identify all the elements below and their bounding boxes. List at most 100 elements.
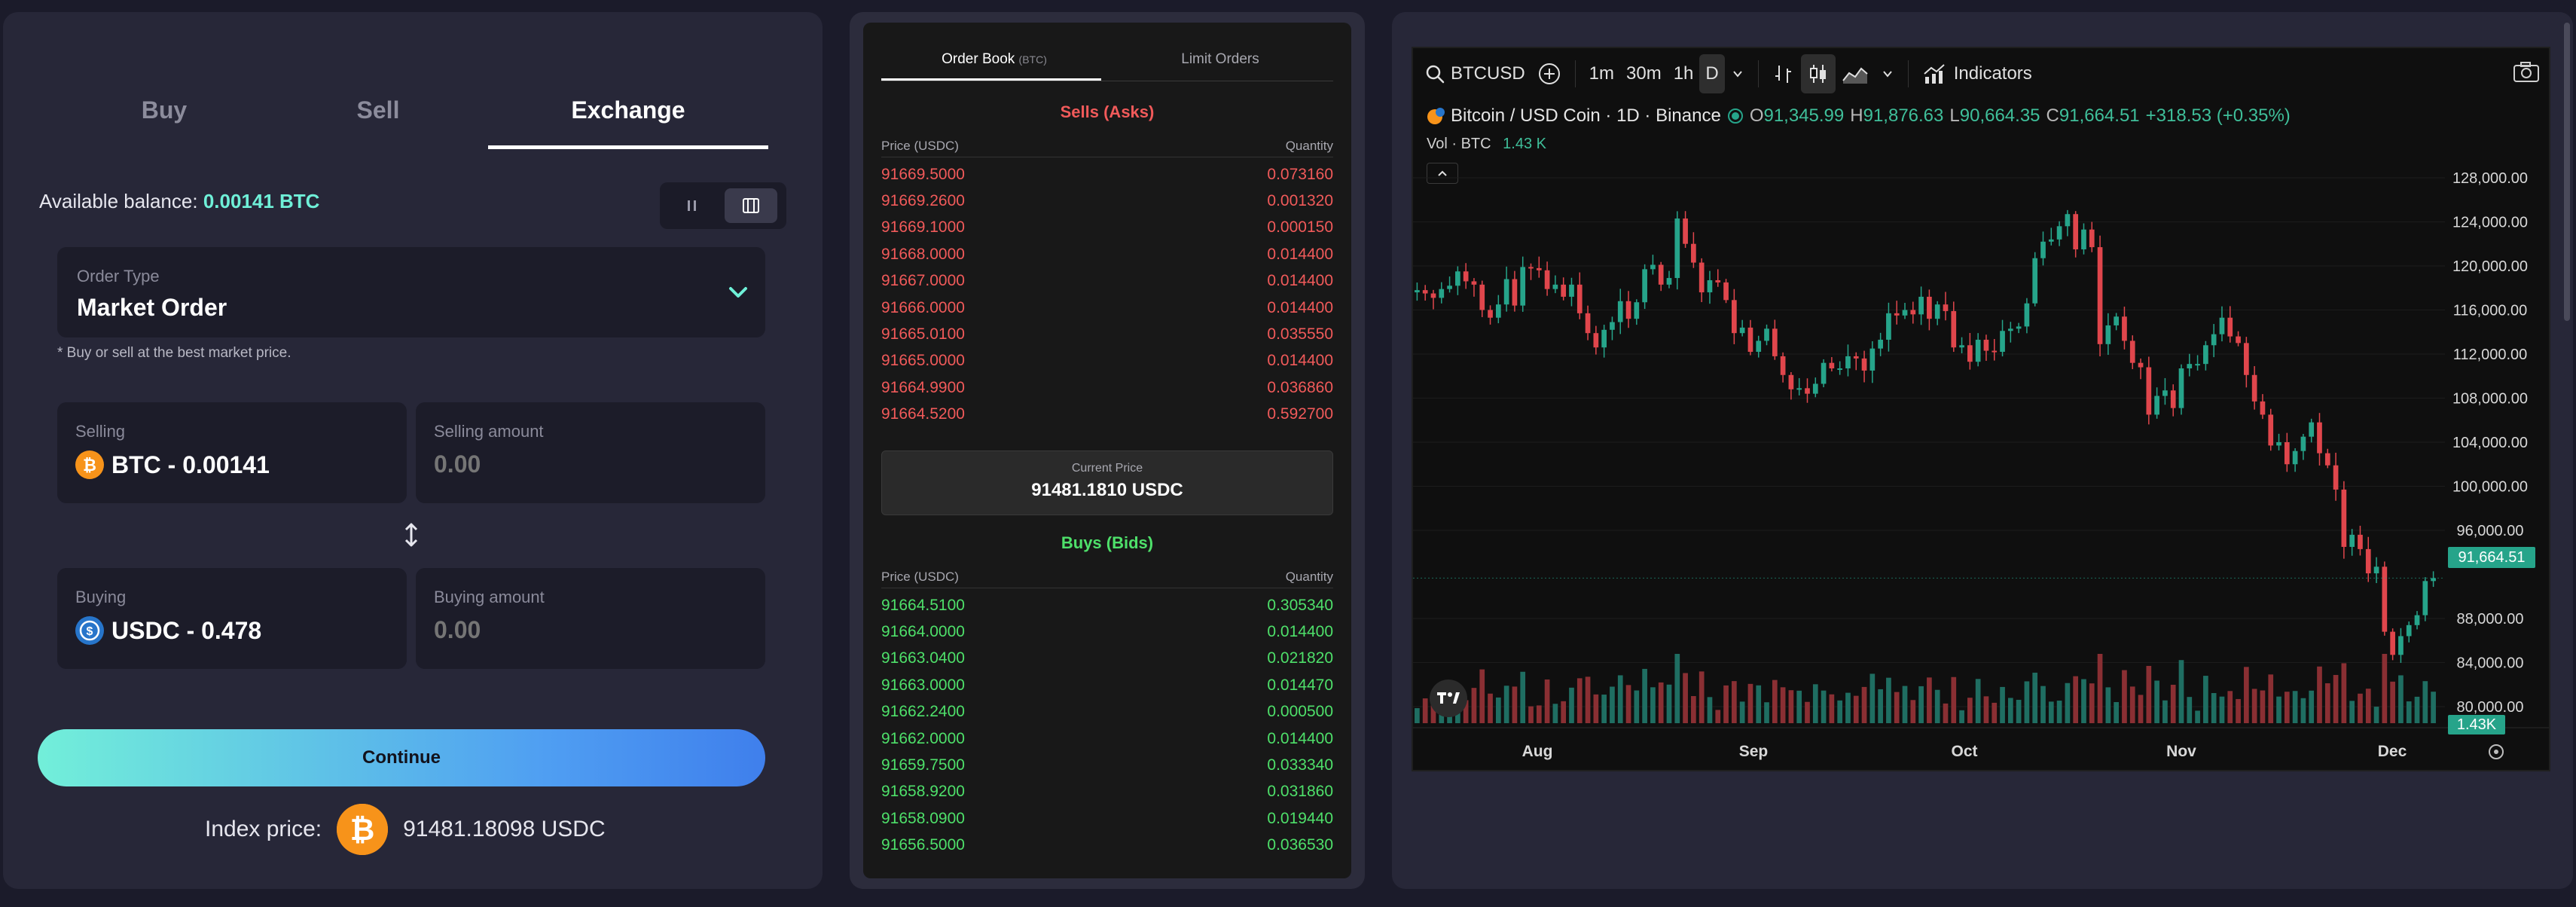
- bid-row[interactable]: 91664.0000 0.014400: [881, 618, 1333, 645]
- index-price-value: 91481.18098 USDC: [403, 817, 606, 841]
- buying-asset-select[interactable]: Buying $ USDC - 0.478: [57, 568, 407, 669]
- candle-body: [2333, 465, 2339, 490]
- bid-row[interactable]: 91662.2400 0.000500: [881, 699, 1333, 725]
- bid-row[interactable]: 91663.0000 0.014470: [881, 672, 1333, 698]
- swap-icon[interactable]: [399, 521, 423, 548]
- split-view-button[interactable]: [725, 188, 777, 223]
- bid-price: 91659.7500: [881, 756, 965, 774]
- continue-button[interactable]: Continue: [38, 729, 765, 786]
- volume-bar: [1617, 675, 1623, 723]
- candle-body: [2358, 534, 2363, 549]
- ask-price: 91669.2600: [881, 192, 965, 210]
- ask-row[interactable]: 91666.0000 0.014400: [881, 295, 1333, 321]
- candle-body: [2260, 401, 2266, 415]
- candle-body: [1634, 302, 1640, 319]
- bid-row[interactable]: 91662.0000 0.014400: [881, 725, 1333, 752]
- ask-row[interactable]: 91665.0000 0.014400: [881, 348, 1333, 374]
- selling-amount-input[interactable]: [434, 450, 720, 478]
- volume-bar: [2284, 692, 2290, 723]
- tab-exchange[interactable]: Exchange: [488, 80, 768, 149]
- bid-row[interactable]: 91663.0400 0.021820: [881, 646, 1333, 672]
- candle-body: [1447, 286, 1452, 289]
- candle-body: [1837, 368, 1843, 370]
- candle-body: [2284, 442, 2290, 465]
- bid-quantity: 0.019440: [1267, 809, 1333, 827]
- ask-price: 91664.9900: [881, 378, 965, 396]
- candle-body: [1747, 327, 1753, 353]
- tab-order-book[interactable]: Order Book (BTC): [881, 51, 1107, 68]
- candle-body: [1617, 301, 1623, 322]
- ask-row[interactable]: 91664.9900 0.036860: [881, 374, 1333, 401]
- compact-view-button[interactable]: [666, 188, 719, 223]
- bid-row[interactable]: 91659.7500 0.033340: [881, 752, 1333, 778]
- volume-bar: [1585, 676, 1591, 723]
- volume-bar: [2122, 670, 2127, 723]
- ask-row[interactable]: 91667.0000 0.014400: [881, 268, 1333, 295]
- ask-row[interactable]: 91668.0000 0.014400: [881, 241, 1333, 267]
- candle-body: [2236, 336, 2241, 344]
- volume-bar: [2358, 693, 2363, 723]
- volume-bar: [1975, 679, 1981, 723]
- bid-row[interactable]: 91656.5000 0.036530: [881, 832, 1333, 859]
- candle-body: [1951, 310, 1957, 348]
- candle-body: [2349, 534, 2355, 547]
- svg-text:$: $: [87, 625, 93, 638]
- bids-price-header: Price (USDC): [881, 570, 959, 584]
- ask-quantity: 0.073160: [1267, 165, 1333, 183]
- order-type-select[interactable]: Order Type Market Order: [57, 247, 765, 337]
- ask-row[interactable]: 91665.0100 0.035550: [881, 321, 1333, 347]
- volume-bar: [2211, 693, 2217, 723]
- index-price: Index price: ₿ 91481.18098 USDC: [205, 803, 606, 856]
- price-chart[interactable]: 128,000.00 124,000.00 120,000.00 116,000.00…: [1413, 48, 2549, 770]
- balance-value: 0.00141 BTC: [203, 190, 320, 212]
- bid-row[interactable]: 91658.0900 0.019440: [881, 805, 1333, 832]
- active-tab-underline: [881, 78, 1101, 81]
- volume-bar: [2333, 674, 2339, 723]
- x-tick-label: Oct: [1951, 743, 1977, 760]
- candle-body: [1805, 388, 1810, 394]
- candle-body: [2187, 364, 2193, 368]
- tab-sell[interactable]: Sell: [271, 80, 485, 149]
- ask-price: 91669.1000: [881, 218, 965, 237]
- selling-amount-box: Selling amount: [416, 402, 765, 503]
- bid-quantity: 0.036530: [1267, 836, 1333, 854]
- volume-bar: [1576, 678, 1583, 723]
- selling-asset-select[interactable]: Selling ₿ BTC - 0.00141: [57, 402, 407, 503]
- tab-buy[interactable]: Buy: [57, 80, 271, 149]
- candle-body: [1992, 350, 1998, 353]
- volume-bar: [2203, 676, 2208, 723]
- svg-text:₿: ₿: [350, 814, 375, 847]
- volume-bar: [1829, 694, 1835, 723]
- buying-amount-input[interactable]: [434, 616, 720, 644]
- volume-bar: [1707, 697, 1713, 723]
- y-tick-label: 96,000.00: [2457, 523, 2524, 539]
- ask-row[interactable]: 91664.5200 0.592700: [881, 402, 1333, 428]
- candle-body: [2170, 390, 2176, 408]
- x-tick-label: Dec: [2378, 743, 2407, 760]
- volume-bar: [1861, 686, 1867, 723]
- volume-bar: [1715, 710, 1721, 723]
- volume-bar: [1732, 681, 1737, 723]
- tab-limit-orders[interactable]: Limit Orders: [1107, 51, 1333, 68]
- ask-row[interactable]: 91669.1000 0.000150: [881, 215, 1333, 241]
- x-tick-label: Aug: [1522, 743, 1553, 760]
- volume-bar: [2056, 701, 2062, 723]
- candle-body: [1918, 296, 1924, 315]
- tradingview-logo[interactable]: [1430, 679, 1467, 717]
- bid-row[interactable]: 91664.5100 0.305340: [881, 592, 1333, 618]
- candle-body: [1764, 328, 1769, 341]
- bid-quantity: 0.014400: [1267, 623, 1333, 641]
- selling-amount-label: Selling amount: [434, 422, 544, 441]
- candle-body: [1479, 284, 1485, 310]
- candle-body: [2398, 636, 2404, 655]
- ask-row[interactable]: 91669.2600 0.001320: [881, 188, 1333, 214]
- volume-bar: [2024, 681, 2030, 723]
- bid-row[interactable]: 91658.9200 0.031860: [881, 779, 1333, 805]
- page-scrollbar[interactable]: [2564, 23, 2570, 321]
- volume-bar: [2414, 696, 2420, 723]
- bid-quantity: 0.021820: [1267, 649, 1333, 667]
- candle-body: [1544, 270, 1550, 289]
- ask-row[interactable]: 91669.5000 0.073160: [881, 161, 1333, 188]
- candle-body: [2032, 258, 2038, 304]
- volume-bar: [1764, 702, 1769, 723]
